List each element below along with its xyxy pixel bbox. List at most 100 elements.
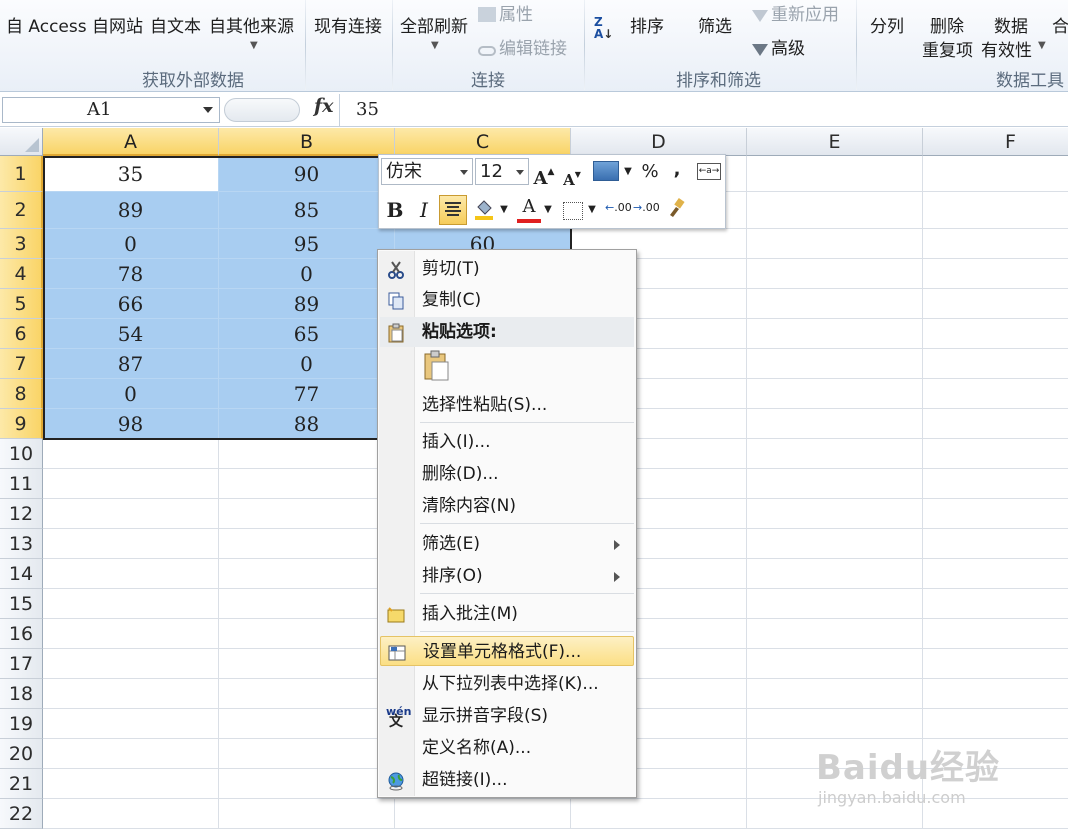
bold-button[interactable]: B bbox=[383, 197, 407, 223]
fill-color-button[interactable] bbox=[473, 197, 495, 229]
from-text-button[interactable]: 自文本 bbox=[150, 12, 201, 37]
row-header-11[interactable]: 11 bbox=[0, 469, 43, 499]
cell-b12[interactable] bbox=[219, 499, 395, 529]
formula-input[interactable]: 35 bbox=[356, 99, 379, 120]
cell-f7[interactable] bbox=[923, 349, 1068, 379]
cell-e3[interactable] bbox=[747, 229, 923, 259]
row-header-15[interactable]: 15 bbox=[0, 589, 43, 619]
cell-e1[interactable] bbox=[747, 156, 923, 192]
column-header-f[interactable]: F bbox=[923, 128, 1068, 156]
cell-a18[interactable] bbox=[43, 679, 219, 709]
menu-item-delete[interactable]: 删除(D)... bbox=[380, 459, 634, 489]
advanced-filter-button[interactable]: 高级 bbox=[752, 34, 805, 59]
row-header-8[interactable]: 8 bbox=[0, 379, 43, 409]
chevron-down-icon[interactable]: ▼ bbox=[623, 159, 633, 185]
cell-e11[interactable] bbox=[747, 469, 923, 499]
cell-f15[interactable] bbox=[923, 589, 1068, 619]
reapply-button[interactable]: 重新应用 bbox=[752, 0, 839, 25]
cell-e19[interactable] bbox=[747, 709, 923, 739]
format-painter-icon[interactable] bbox=[665, 197, 687, 227]
cell-e15[interactable] bbox=[747, 589, 923, 619]
cell-a11[interactable] bbox=[43, 469, 219, 499]
cell-a15[interactable] bbox=[43, 589, 219, 619]
row-header-20[interactable]: 20 bbox=[0, 739, 43, 769]
cell-f14[interactable] bbox=[923, 559, 1068, 589]
cell-f3[interactable] bbox=[923, 229, 1068, 259]
row-header-1[interactable]: 1 bbox=[0, 156, 43, 192]
cell-f6[interactable] bbox=[923, 319, 1068, 349]
column-header-b[interactable]: B bbox=[219, 128, 395, 156]
formula-bar-splitter[interactable] bbox=[224, 98, 300, 122]
row-header-18[interactable]: 18 bbox=[0, 679, 43, 709]
refresh-all-button[interactable]: 全部刷新 bbox=[400, 12, 468, 37]
row-header-6[interactable]: 6 bbox=[0, 319, 43, 349]
menu-item-insert[interactable]: 插入(I)... bbox=[380, 427, 634, 457]
row-header-21[interactable]: 21 bbox=[0, 769, 43, 799]
text-to-columns-button[interactable]: 分列 bbox=[870, 12, 904, 37]
cell-f1[interactable] bbox=[923, 156, 1068, 192]
cell-b2[interactable]: 85 bbox=[219, 192, 395, 229]
cell-b16[interactable] bbox=[219, 619, 395, 649]
chevron-down-icon[interactable]: ▼ bbox=[499, 197, 509, 223]
cell-f18[interactable] bbox=[923, 679, 1068, 709]
cell-b17[interactable] bbox=[219, 649, 395, 679]
increase-decimal-button[interactable]: ←.00 bbox=[605, 195, 632, 221]
cell-a19[interactable] bbox=[43, 709, 219, 739]
cell-e7[interactable] bbox=[747, 349, 923, 379]
cell-c22[interactable] bbox=[395, 799, 571, 829]
column-header-a[interactable]: A bbox=[43, 128, 219, 156]
cell-b11[interactable] bbox=[219, 469, 395, 499]
from-other-sources-button[interactable]: 自其他来源 bbox=[209, 12, 294, 37]
cell-a3[interactable]: 0 bbox=[43, 229, 219, 259]
cell-e6[interactable] bbox=[747, 319, 923, 349]
select-all-button[interactable] bbox=[0, 128, 43, 156]
menu-item-define-name[interactable]: 定义名称(A)... bbox=[380, 733, 634, 763]
cell-b3[interactable]: 95 bbox=[219, 229, 395, 259]
cell-f5[interactable] bbox=[923, 289, 1068, 319]
merge-center-icon[interactable]: ←a→ bbox=[697, 163, 721, 180]
column-header-e[interactable]: E bbox=[747, 128, 923, 156]
cell-a20[interactable] bbox=[43, 739, 219, 769]
cell-d22[interactable] bbox=[571, 799, 747, 829]
cell-a17[interactable] bbox=[43, 649, 219, 679]
cell-f8[interactable] bbox=[923, 379, 1068, 409]
cell-f19[interactable] bbox=[923, 709, 1068, 739]
menu-item-format-cells[interactable]: 设置单元格格式(F)... bbox=[380, 636, 634, 666]
row-header-22[interactable]: 22 bbox=[0, 799, 43, 829]
menu-item-filter[interactable]: 筛选(E) bbox=[380, 529, 634, 559]
consolidate-button[interactable]: 合 bbox=[1052, 12, 1068, 37]
cell-e14[interactable] bbox=[747, 559, 923, 589]
cell-e13[interactable] bbox=[747, 529, 923, 559]
cell-a4[interactable]: 78 bbox=[43, 259, 219, 289]
accounting-format-icon[interactable] bbox=[593, 161, 619, 181]
cell-b14[interactable] bbox=[219, 559, 395, 589]
italic-button[interactable]: I bbox=[413, 197, 435, 223]
row-header-2[interactable]: 2 bbox=[0, 192, 43, 229]
row-header-12[interactable]: 12 bbox=[0, 499, 43, 529]
cell-b5[interactable]: 89 bbox=[219, 289, 395, 319]
cell-b18[interactable] bbox=[219, 679, 395, 709]
cell-f4[interactable] bbox=[923, 259, 1068, 289]
cell-e18[interactable] bbox=[747, 679, 923, 709]
chevron-down-icon[interactable]: ▼ bbox=[543, 197, 553, 223]
row-header-9[interactable]: 9 bbox=[0, 409, 43, 439]
cell-a2[interactable]: 89 bbox=[43, 192, 219, 229]
cell-a21[interactable] bbox=[43, 769, 219, 799]
menu-item-hyperlink[interactable]: 超链接(I)... bbox=[380, 765, 634, 795]
cell-b1[interactable]: 90 bbox=[219, 156, 395, 192]
from-web-button[interactable]: 自网站 bbox=[92, 12, 143, 37]
cell-e10[interactable] bbox=[747, 439, 923, 469]
cell-a1[interactable]: 35 bbox=[43, 156, 219, 192]
menu-item-sort[interactable]: 排序(O) bbox=[380, 561, 634, 591]
row-header-3[interactable]: 3 bbox=[0, 229, 43, 259]
cell-b19[interactable] bbox=[219, 709, 395, 739]
row-header-16[interactable]: 16 bbox=[0, 619, 43, 649]
menu-item-paste-special[interactable]: 选择性粘贴(S)... bbox=[380, 390, 634, 420]
font-color-button[interactable]: A bbox=[517, 195, 541, 223]
cell-a8[interactable]: 0 bbox=[43, 379, 219, 409]
data-validation-button[interactable]: 数据 bbox=[994, 12, 1028, 37]
edit-links-button[interactable]: 编辑链接 bbox=[478, 34, 567, 59]
sort-za-icon[interactable]: Z A↓ bbox=[594, 16, 613, 40]
cell-e9[interactable] bbox=[747, 409, 923, 439]
sort-button[interactable]: 排序 bbox=[630, 12, 664, 37]
